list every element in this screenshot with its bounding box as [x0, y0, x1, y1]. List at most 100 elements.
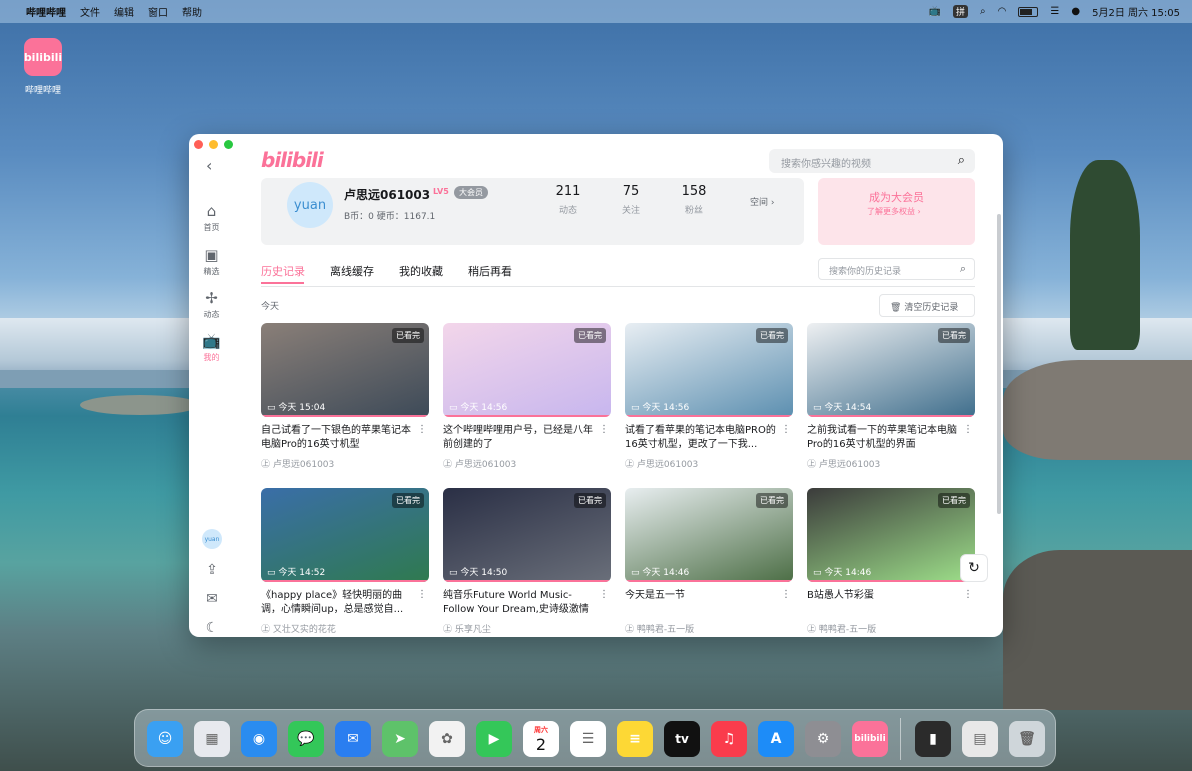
tab-watch-later[interactable]: 稍后再看 — [468, 263, 512, 279]
wifi-icon[interactable]: ◠ — [998, 6, 1007, 17]
tab-offline[interactable]: 离线缓存 — [330, 263, 374, 279]
mail-icon[interactable]: ✉ — [202, 591, 222, 607]
video-card[interactable]: 已看完 ▭ 今天 14:46 今天是五一节 ⋮ ㊤ 鸭鸭君-五一版 — [625, 488, 793, 635]
sidebar-item-home[interactable]: ⌂ 首页 — [189, 202, 234, 233]
dock-app-store-icon[interactable]: A — [758, 721, 794, 757]
sidebar-item-dynamic[interactable]: ✢ 动态 — [189, 289, 234, 320]
video-thumbnail[interactable]: 已看完 ▭ 今天 14:46 — [807, 488, 975, 582]
scrollbar[interactable] — [997, 214, 1001, 514]
menu-help[interactable]: 帮助 — [182, 4, 202, 19]
more-icon[interactable]: ⋮ — [963, 589, 973, 600]
dock-safari-icon[interactable]: ◉ — [241, 721, 277, 757]
clear-history-button[interactable]: 🗑 清空历史记录 — [879, 294, 975, 317]
video-title[interactable]: 这个哔哩哔哩用户号，已经是八年前创建的了 — [443, 424, 611, 452]
video-thumbnail[interactable]: 已看完 ▭ 今天 15:04 — [261, 323, 429, 417]
sidebar-item-mine[interactable]: 📺 我的 — [189, 332, 234, 363]
video-card[interactable]: 已看完 ▭ 今天 14:46 B站愚人节彩蛋 ⋮ ㊤ 鸭鸭君-五一版 — [807, 488, 975, 635]
video-thumbnail[interactable]: 已看完 ▭ 今天 14:52 — [261, 488, 429, 582]
dark-mode-icon[interactable]: ☾ — [202, 620, 222, 636]
video-author[interactable]: ㊤ 乐享凡尘 — [443, 622, 611, 635]
video-title[interactable]: 试看了看苹果的笔记本电脑PRO的16英寸机型，更改了一下我... — [625, 424, 793, 452]
stat-fans[interactable]: 158 粉丝 — [674, 184, 714, 216]
video-title[interactable]: 自己试看了一下银色的苹果笔记本电脑Pro的16英寸机型 — [261, 424, 429, 452]
menu-edit[interactable]: 编辑 — [114, 4, 134, 19]
video-card[interactable]: 已看完 ▭ 今天 15:04 自己试看了一下银色的苹果笔记本电脑Pro的16英寸机型… — [261, 323, 429, 470]
video-title[interactable]: 纯音乐Future World Music-Follow Your Dream,… — [443, 589, 611, 617]
stat-following[interactable]: 75 关注 — [611, 184, 651, 216]
dock-maps-icon[interactable]: ➤ — [382, 721, 418, 757]
video-title[interactable]: 今天是五一节 — [625, 589, 793, 617]
video-author[interactable]: ㊤ 鸭鸭君-五一版 — [807, 622, 975, 635]
siri-icon[interactable]: ● — [1071, 6, 1080, 17]
vip-promo-link[interactable]: 了解更多权益 › — [867, 206, 921, 217]
video-thumbnail[interactable]: 已看完 ▭ 今天 14:54 — [807, 323, 975, 417]
dock-notes-icon[interactable]: ≡ — [617, 721, 653, 757]
more-icon[interactable]: ⋮ — [599, 589, 609, 600]
spotlight-icon[interactable]: ⌕ — [980, 6, 986, 17]
refresh-button[interactable]: ↻ — [960, 554, 988, 582]
video-author[interactable]: ㊤ 卢思远061003 — [807, 457, 975, 470]
video-title[interactable]: 之前我试看一下的苹果笔记本电脑Pro的16英寸机型的界面 — [807, 424, 975, 452]
battery-icon[interactable] — [1018, 6, 1039, 17]
video-card[interactable]: 已看完 ▭ 今天 14:56 这个哔哩哔哩用户号，已经是八年前创建的了 ⋮ ㊤ 卢思远0… — [443, 323, 611, 470]
menu-app[interactable]: 哔哩哔哩 — [26, 4, 66, 19]
search-icon[interactable]: ⌕ — [960, 262, 966, 276]
video-card[interactable]: 已看完 ▭ 今天 14:56 试看了看苹果的笔记本电脑PRO的16英寸机型，更改了一… — [625, 323, 793, 470]
video-author[interactable]: ㊤ 卢思远061003 — [261, 457, 429, 470]
video-thumbnail[interactable]: 已看完 ▭ 今天 14:50 — [443, 488, 611, 582]
input-method[interactable]: 拼 — [953, 5, 969, 18]
bilibili-logo[interactable]: bilibili — [261, 148, 324, 172]
menu-file[interactable]: 文件 — [80, 4, 100, 19]
bilibili-status-icon[interactable]: 📺 — [929, 6, 941, 17]
space-link[interactable]: 空间 › — [750, 195, 774, 208]
video-search-input[interactable]: 搜索你感兴趣的视频 ⌕ — [769, 149, 975, 173]
dock-bilibili-icon[interactable]: bilibili — [852, 721, 888, 757]
video-author[interactable]: ㊤ 又壮又实的花花 — [261, 622, 429, 635]
dock-reminders-icon[interactable]: ☰ — [570, 721, 606, 757]
more-icon[interactable]: ⋮ — [781, 589, 791, 600]
more-icon[interactable]: ⋮ — [781, 424, 791, 435]
dock-calendar-icon[interactable]: 周六 2 — [523, 721, 559, 757]
video-author[interactable]: ㊤ 卢思远061003 — [443, 457, 611, 470]
history-search-input[interactable]: 搜索你的历史记录 ⌕ — [818, 258, 975, 280]
vip-promo-card[interactable]: 成为大会员 了解更多权益 › — [818, 178, 975, 245]
stat-dynamic[interactable]: 211 动态 — [548, 184, 588, 216]
dock-tv-icon[interactable]: tv — [664, 721, 700, 757]
dock-launchpad-icon[interactable]: ▦ — [194, 721, 230, 757]
username[interactable]: 卢思远061003 — [344, 186, 430, 203]
sidebar-item-featured[interactable]: ▣ 精选 — [189, 246, 234, 277]
video-card[interactable]: 已看完 ▭ 今天 14:52 《happy place》轻快明丽的曲调，心情瞬间up… — [261, 488, 429, 635]
more-icon[interactable]: ⋮ — [963, 424, 973, 435]
video-thumbnail[interactable]: 已看完 ▭ 今天 14:46 — [625, 488, 793, 582]
video-card[interactable]: 已看完 ▭ 今天 14:50 纯音乐Future World Music-Follo… — [443, 488, 611, 635]
dock-trash-icon[interactable]: 🗑 — [1009, 721, 1045, 757]
video-title[interactable]: 《happy place》轻快明丽的曲调，心情瞬间up，总是感觉自... — [261, 589, 429, 617]
video-author[interactable]: ㊤ 鸭鸭君-五一版 — [625, 622, 793, 635]
search-icon[interactable]: ⌕ — [958, 153, 965, 168]
dock-finder-icon[interactable]: ☺ — [147, 721, 183, 757]
video-title[interactable]: B站愚人节彩蛋 — [807, 589, 975, 617]
dock-messages-icon[interactable]: 💬 — [288, 721, 324, 757]
dock-settings-icon[interactable]: ⚙ — [805, 721, 841, 757]
back-icon[interactable]: ‹ — [206, 156, 212, 175]
more-icon[interactable]: ⋮ — [417, 589, 427, 600]
dock-mail-icon[interactable]: ✉ — [335, 721, 371, 757]
minimize-button[interactable] — [209, 140, 218, 149]
video-author[interactable]: ㊤ 卢思远061003 — [625, 457, 793, 470]
sidebar-avatar[interactable]: yuan — [202, 529, 222, 549]
tab-history[interactable]: 历史记录 — [261, 263, 305, 279]
dock-preview-icon[interactable]: ▤ — [962, 721, 998, 757]
video-card[interactable]: 已看完 ▭ 今天 14:54 之前我试看一下的苹果笔记本电脑Pro的16英寸机型的界… — [807, 323, 975, 470]
more-icon[interactable]: ⋮ — [599, 424, 609, 435]
dock-photos-icon[interactable]: ✿ — [429, 721, 465, 757]
video-thumbnail[interactable]: 已看完 ▭ 今天 14:56 — [625, 323, 793, 417]
desktop-bilibili-icon[interactable]: bilibili — [24, 38, 62, 76]
dock-music-icon[interactable]: ♫ — [711, 721, 747, 757]
upload-icon[interactable]: ⇪ — [202, 562, 222, 578]
more-icon[interactable]: ⋮ — [417, 424, 427, 435]
menu-window[interactable]: 窗口 — [148, 4, 168, 19]
avatar[interactable]: yuan — [287, 182, 333, 228]
tab-favorites[interactable]: 我的收藏 — [399, 263, 443, 279]
close-button[interactable] — [194, 140, 203, 149]
dock-terminal-icon[interactable]: ▮ — [915, 721, 951, 757]
